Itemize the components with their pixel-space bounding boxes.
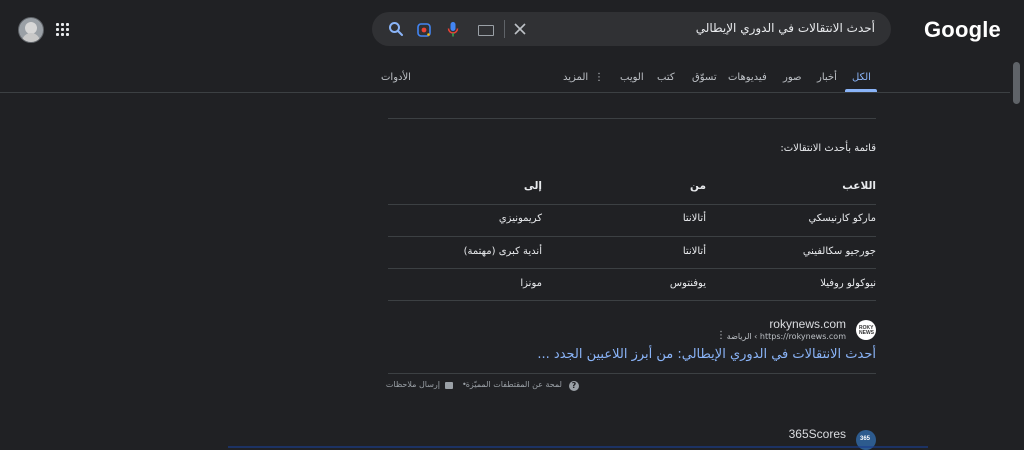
snippet-list-title: قائمة بأحدث الانتقالات: [780,143,876,154]
tab-web[interactable]: الويب [620,72,644,83]
table-cell-player: ماركو كارنيسكي [808,213,876,224]
top-bar: أحدث الانتقالات في الدوري الإيطالي Googl… [0,0,1024,58]
tab-all[interactable]: الكل [852,72,871,83]
tabs-separator [0,92,1010,93]
search-box[interactable]: أحدث الانتقالات في الدوري الإيطالي [372,12,891,46]
result-url[interactable]: https://rokynews.com › الرياضة [727,332,846,341]
result-title-link[interactable]: أحدث الانتقالات في الدوري الإيطالي: من أ… [537,347,876,362]
table-cell-to: أندية كبرى (مهتمة) [463,246,542,257]
tab-images[interactable]: صور [783,72,802,83]
table-cell-to: مونزا [520,278,542,289]
table-cell-from: أتالانتا [682,246,706,257]
snippet-top-divider [388,118,876,119]
column-header-player: اللاعب [842,180,876,192]
table-divider [388,300,876,301]
searchbox-divider [504,20,505,38]
table-cell-player: جورجيو سكالفيني [802,246,876,257]
account-avatar[interactable] [18,17,44,43]
result-site-name[interactable]: rokynews.com [769,317,846,331]
tab-books[interactable]: كتب [657,72,675,83]
feedback-icon[interactable] [445,382,453,389]
feedback-link[interactable]: إرسال ملاحظات [386,380,440,389]
tab-tools[interactable]: الأدوات [381,72,411,83]
scrollbar-thumb[interactable] [1013,62,1020,104]
result2-site-name[interactable]: 365Scores [789,427,846,441]
keyboard-icon[interactable] [478,25,494,36]
table-divider [388,268,876,269]
column-header-from: من [690,180,706,192]
about-snippets-link[interactable]: لمحة عن المقتطفات المميّزة [466,380,562,389]
scrollbar[interactable] [1010,58,1024,448]
apps-grid-icon[interactable] [56,23,70,37]
google-logo[interactable]: Google [924,17,1001,43]
table-divider [388,204,876,205]
search-tabs: الكل أخبار صور فيديوهات تسوّق كتب الويب … [0,64,1024,92]
search-icon[interactable] [388,21,404,41]
favicon2-text: 365 [860,436,871,442]
site-favicon[interactable]: ROKY NEWS [856,320,876,340]
search-query-text[interactable]: أحدث الانتقالات في الدوري الإيطالي [696,21,875,35]
clear-search-icon[interactable] [512,21,528,37]
table-divider [388,236,876,237]
help-icon[interactable]: ? [569,381,579,391]
table-cell-from: أتالانتا [682,213,706,224]
more-vert-icon[interactable]: ⋮ [594,72,604,83]
microphone-icon[interactable] [446,21,460,42]
google-lens-icon[interactable] [416,22,432,42]
table-cell-from: يوفنتوس [669,278,706,289]
tab-news[interactable]: أخبار [817,72,837,83]
footer-bullet: • [462,380,467,389]
favicon-text: ROKY NEWS [859,325,874,336]
column-header-to: إلى [523,180,542,192]
tab-videos[interactable]: فيديوهات [728,72,767,83]
table-cell-player: نيوكولو روفيلا [820,278,876,289]
result-menu-icon[interactable]: ⋮ [716,330,726,341]
tab-shopping[interactable]: تسوّق [692,72,717,83]
snippet-bottom-divider [388,373,876,374]
table-cell-to: كريمونيزي [498,213,542,224]
tab-more[interactable]: المزيد [563,72,588,83]
